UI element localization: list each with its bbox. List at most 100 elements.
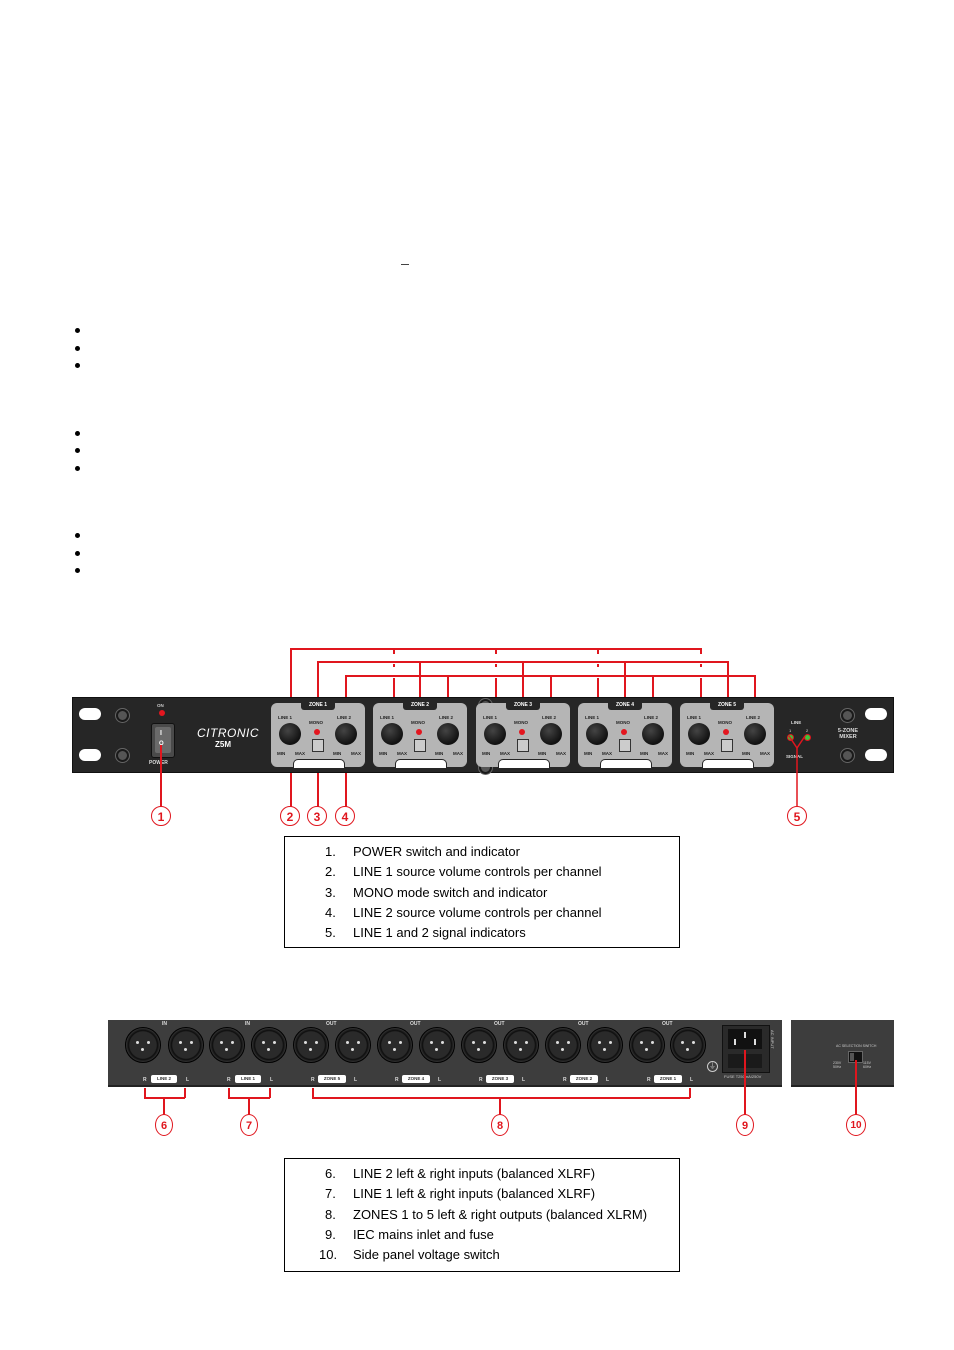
mono-switch[interactable] xyxy=(517,739,529,752)
mono-led xyxy=(621,729,627,735)
max-label: MAX xyxy=(602,751,612,756)
line1-label: LINE 1 xyxy=(483,715,498,720)
screw-icon xyxy=(116,709,129,722)
model-label: Z5M xyxy=(215,740,231,749)
xlr-male-connector[interactable] xyxy=(670,1027,706,1063)
xlr-male-connector[interactable] xyxy=(335,1027,371,1063)
line2-volume-knob[interactable] xyxy=(642,723,664,745)
max-label: MAX xyxy=(295,751,305,756)
mono-label: MONO xyxy=(718,720,732,725)
legend-item: 9. IEC mains inlet and fuse xyxy=(325,1226,494,1242)
line1-volume-knob[interactable] xyxy=(381,723,403,745)
min-label: MIN xyxy=(277,751,286,756)
line2-tag: LINE 2 xyxy=(151,1075,177,1083)
max-label: MAX xyxy=(556,751,566,756)
legend-item: 7. LINE 1 left & right inputs (balanced X… xyxy=(325,1186,596,1202)
left-label: L xyxy=(270,1077,274,1083)
mono-led xyxy=(723,729,729,735)
left-label: L xyxy=(690,1077,694,1083)
legend-item: 1. POWER switch and indicator xyxy=(325,844,520,859)
xlr-female-connector[interactable] xyxy=(251,1027,287,1063)
callout-3: 3 xyxy=(307,806,327,826)
callout-1: 1 xyxy=(151,806,171,826)
line2-volume-knob[interactable] xyxy=(437,723,459,745)
mono-label: MONO xyxy=(514,720,528,725)
line2-label: LINE 2 xyxy=(439,715,454,720)
min-label: MIN xyxy=(482,751,491,756)
xlr-male-connector[interactable] xyxy=(293,1027,329,1063)
signal-leader xyxy=(788,735,806,808)
callout-2: 2 xyxy=(280,806,300,826)
zone-tag: ZONE 5 xyxy=(710,701,744,710)
xlr-female-connector[interactable] xyxy=(168,1027,204,1063)
callout-10: 10 xyxy=(846,1114,866,1136)
xlr-male-connector[interactable] xyxy=(377,1027,413,1063)
left-label: L xyxy=(522,1077,526,1083)
screw-icon xyxy=(116,749,129,762)
xlr-female-connector[interactable] xyxy=(209,1027,245,1063)
min-label: MIN xyxy=(640,751,649,756)
right-label: R xyxy=(647,1077,651,1083)
iec-mains-inlet[interactable] xyxy=(722,1025,770,1073)
right-label: R xyxy=(143,1077,147,1083)
power-switch[interactable]: I O xyxy=(151,723,175,758)
bullet xyxy=(75,328,80,333)
power-on-label: ON xyxy=(157,703,164,708)
xlr-male-connector[interactable] xyxy=(545,1027,581,1063)
min-label: MIN xyxy=(333,751,342,756)
callout-6: 6 xyxy=(155,1114,173,1136)
line1-volume-knob[interactable] xyxy=(586,723,608,745)
max-label: MAX xyxy=(397,751,407,756)
zone4-tag: ZONE 4 xyxy=(402,1075,430,1083)
min-label: MIN xyxy=(742,751,751,756)
out-label: OUT xyxy=(326,1021,337,1027)
bullet xyxy=(75,568,80,573)
ground-icon: ⏚ xyxy=(707,1061,718,1072)
line1-label: LINE 1 xyxy=(585,715,600,720)
mono-switch[interactable] xyxy=(721,739,733,752)
line2-volume-knob[interactable] xyxy=(744,723,766,745)
xlr-male-connector[interactable] xyxy=(629,1027,665,1063)
line2-volume-knob[interactable] xyxy=(540,723,562,745)
line2-label: LINE 2 xyxy=(644,715,659,720)
max-label: MAX xyxy=(351,751,361,756)
out-label: OUT xyxy=(494,1021,505,1027)
line2-label: LINE 2 xyxy=(542,715,557,720)
ac-selection-label: AC SELECTION SWITCH xyxy=(836,1044,877,1048)
mono-led xyxy=(519,729,525,735)
mono-led xyxy=(314,729,320,735)
min-label: MIN xyxy=(435,751,444,756)
left-label: L xyxy=(606,1077,610,1083)
callout-5: 5 xyxy=(787,806,807,826)
right-label: R xyxy=(311,1077,315,1083)
power-indicator-led xyxy=(159,710,165,716)
voltage-115-label: 115V 60Hz xyxy=(863,1061,872,1069)
zone3-tag: ZONE 3 xyxy=(486,1075,514,1083)
line1-volume-knob[interactable] xyxy=(279,723,301,745)
xlr-male-connector[interactable] xyxy=(503,1027,539,1063)
callout-7: 7 xyxy=(240,1114,258,1136)
legend-item: 10. Side panel voltage switch xyxy=(319,1247,500,1263)
xlr-female-connector[interactable] xyxy=(125,1027,161,1063)
callout-9: 9 xyxy=(736,1114,754,1136)
front-panel-legend: 1. POWER switch and indicator 2. LINE 1 so… xyxy=(284,836,680,948)
xlr-male-connector[interactable] xyxy=(419,1027,455,1063)
min-label: MIN xyxy=(538,751,547,756)
mono-switch[interactable] xyxy=(414,739,426,752)
bullet xyxy=(75,533,80,538)
left-label: L xyxy=(354,1077,358,1083)
line1-volume-knob[interactable] xyxy=(688,723,710,745)
zone-tag: ZONE 4 xyxy=(608,701,642,710)
xlr-male-connector[interactable] xyxy=(587,1027,623,1063)
line1-volume-knob[interactable] xyxy=(484,723,506,745)
zone-tag: ZONE 2 xyxy=(403,701,437,710)
bullet xyxy=(75,448,80,453)
zone-2-section: ZONE 2 LINE 1 LINE 2 MONO MIN MAX MIN MA… xyxy=(373,701,467,768)
line2-volume-knob[interactable] xyxy=(335,723,357,745)
zone-tag: ZONE 1 xyxy=(301,701,335,710)
mono-switch[interactable] xyxy=(619,739,631,752)
side-panel xyxy=(791,1020,894,1087)
mono-switch[interactable] xyxy=(312,739,324,752)
xlr-male-connector[interactable] xyxy=(461,1027,497,1063)
out-label: OUT xyxy=(410,1021,421,1027)
